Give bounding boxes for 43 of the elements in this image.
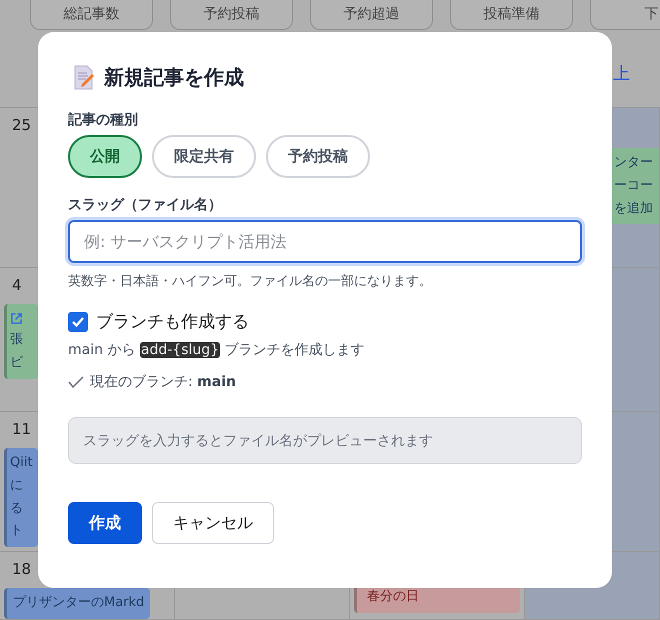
event-text: る [10, 500, 24, 518]
type-option[interactable]: 公開 [68, 135, 142, 178]
event-text: ーコー [614, 176, 654, 195]
calendar-event[interactable]: 張 ビ [4, 304, 38, 378]
event-text: Qiit [10, 454, 34, 472]
event-text: 張 [10, 331, 24, 349]
day-number: 18 [11, 559, 32, 580]
stat-card[interactable]: 予約超過 [310, 0, 433, 30]
field-label: 記事の種別 [68, 111, 138, 129]
type-option[interactable]: 予約投稿 [266, 135, 370, 178]
cancel-button[interactable]: キャンセル [152, 502, 274, 544]
stat-card[interactable]: 予約投稿 [170, 0, 293, 30]
event-text: プリザンターのMarkd [13, 594, 144, 612]
day-number: 25 [11, 115, 32, 136]
field-label: スラッグ（ファイル名） [68, 196, 222, 214]
event-text: を追加 [614, 200, 654, 218]
event-text: に [10, 476, 24, 495]
stat-card[interactable]: 総記事数 [30, 0, 153, 30]
create-button[interactable]: 作成 [68, 502, 142, 544]
event-text: ビ [10, 354, 24, 372]
checkmark-icon [71, 314, 85, 328]
day-number: 4 [11, 275, 23, 296]
toolbar-link[interactable]: 上 [613, 62, 630, 85]
branch-note: main から add-{slug} ブランチを作成します [68, 341, 365, 359]
document-pencil-icon [72, 64, 96, 90]
external-link-icon [10, 312, 23, 325]
dialog-title: 新規記事を作成 [104, 64, 244, 91]
calendar-event[interactable]: Qiit に る ト [4, 448, 38, 547]
event-text: 春分の日 [367, 588, 420, 606]
event-text: ト [10, 522, 24, 540]
filename-preview: スラッグを入力するとファイル名がプレビューされます [68, 417, 582, 464]
checkbox-label: ブランチも作成する [96, 311, 249, 333]
stat-card[interactable]: 投稿準備 [450, 0, 573, 30]
checkbox[interactable] [68, 312, 88, 332]
type-option[interactable]: 限定共有 [152, 135, 256, 178]
calendar-event[interactable]: プリザンターのMarkd [4, 588, 150, 619]
slug-input[interactable]: 例: サーバスクリプト活用法 [68, 220, 582, 263]
check-icon [68, 376, 84, 388]
hint-text: 英数字・日本語・ハイフン可。ファイル名の一部になります。 [68, 273, 432, 290]
current-branch-text: 現在のブランチ: main [90, 373, 236, 391]
stat-card[interactable]: 下 [590, 0, 660, 30]
event-text: ンター [614, 154, 654, 172]
day-number: 11 [11, 419, 32, 440]
